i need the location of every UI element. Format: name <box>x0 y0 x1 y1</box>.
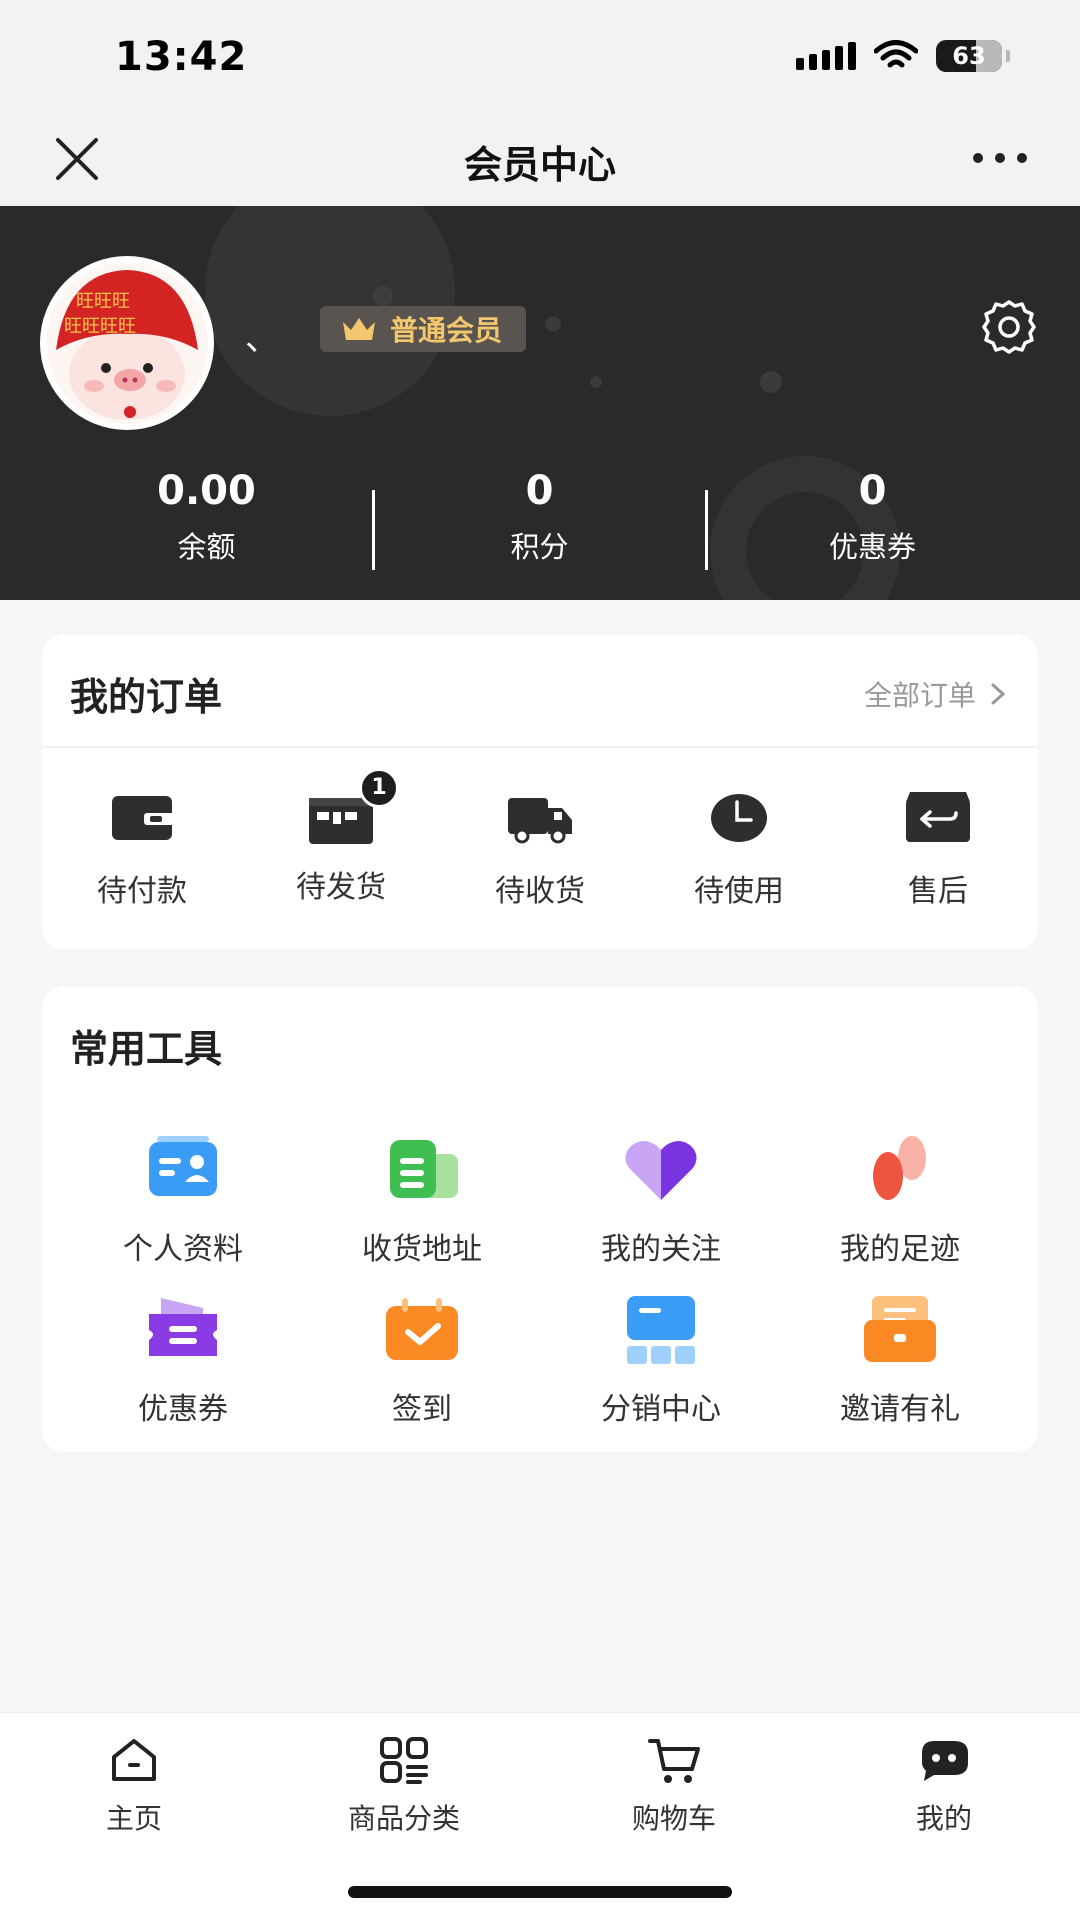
stat-value: 0.00 <box>157 468 256 514</box>
heart-icon <box>625 1141 697 1200</box>
battery-icon: 63 <box>936 40 1002 72</box>
tab-home[interactable]: 主页 <box>24 1735 244 1837</box>
chevron-right-icon <box>991 683 1006 705</box>
avatar[interactable]: 旺旺旺 旺旺旺旺 <box>40 256 214 430</box>
tool-label: 签到 <box>392 1392 452 1427</box>
tool-label: 我的足迹 <box>840 1232 960 1267</box>
wifi-icon <box>874 40 918 68</box>
order-label: 待付款 <box>97 874 187 909</box>
order-label: 售后 <box>908 874 968 909</box>
nav-bar: 会员中心 <box>0 110 1080 206</box>
decorative-dot <box>760 371 782 393</box>
battery-tip <box>1006 50 1010 62</box>
profile-header: 旺旺旺 旺旺旺旺 、 普通会员 0.00 余额 0 积分 0 优惠券 <box>0 206 1080 600</box>
member-level-badge[interactable]: 普通会员 <box>320 306 527 352</box>
checkin-icon <box>386 1298 458 1360</box>
tool-following[interactable]: 我的关注 <box>561 1134 761 1268</box>
tool-address[interactable]: 收货地址 <box>322 1134 522 1268</box>
member-level-label: 普通会员 <box>390 314 503 347</box>
stat-label: 积分 <box>510 530 569 564</box>
order-pending-shipment[interactable]: 1 待发货 <box>241 768 441 906</box>
decorative-dot <box>373 286 393 306</box>
order-label: 待收货 <box>495 874 585 909</box>
stat-value: 0 <box>858 468 887 514</box>
more-icon[interactable] <box>972 148 1028 168</box>
crown-icon <box>343 318 375 340</box>
username: 、 <box>245 319 279 359</box>
stat-label: 优惠券 <box>828 530 916 564</box>
status-time: 13:42 <box>115 34 248 80</box>
tool-label: 优惠券 <box>138 1392 228 1427</box>
status-icons: 63 <box>796 40 1010 72</box>
stat-balance[interactable]: 0.00 余额 <box>40 468 373 566</box>
wallet-icon <box>112 796 174 840</box>
stat-value: 0 <box>525 468 554 514</box>
notification-badge: 1 <box>359 768 399 808</box>
home-indicator <box>348 1886 732 1898</box>
order-pending-receipt[interactable]: 待收货 <box>440 786 640 910</box>
tab-cart[interactable]: 购物车 <box>564 1735 784 1837</box>
tool-label: 收货地址 <box>362 1232 482 1267</box>
page-title: 会员中心 <box>463 143 616 187</box>
clock-icon <box>711 794 767 842</box>
tab-category[interactable]: 商品分类 <box>294 1735 514 1837</box>
tool-invite[interactable]: 邀请有礼 <box>800 1294 1000 1428</box>
orders-title: 我的订单 <box>70 675 223 719</box>
svg-text:旺旺旺旺: 旺旺旺旺 <box>64 316 136 337</box>
tool-coupons[interactable]: 优惠券 <box>83 1294 283 1428</box>
tool-checkin[interactable]: 签到 <box>322 1294 522 1428</box>
truck-icon <box>508 798 572 844</box>
tool-profile[interactable]: 个人资料 <box>83 1134 283 1268</box>
category-icon <box>380 1737 428 1784</box>
chat-bubble-icon <box>922 1741 968 1781</box>
tab-label: 我的 <box>915 1802 972 1835</box>
signal-icon <box>796 42 856 70</box>
order-label: 待使用 <box>694 874 784 909</box>
stats-row: 0.00 余额 0 积分 0 优惠券 <box>0 468 1080 570</box>
return-box-icon <box>906 792 970 842</box>
invite-gift-icon <box>864 1296 936 1362</box>
all-orders-link[interactable]: 全部订单 <box>864 674 1006 714</box>
cart-icon <box>648 1739 700 1783</box>
orders-divider <box>42 746 1038 748</box>
stat-label: 余额 <box>177 530 236 564</box>
common-tools-card: 常用工具 个人资料 收货地址 我的关注 我的足迹 优惠券 签到 分销中心 邀请有… <box>42 986 1038 1452</box>
home-icon <box>112 1739 156 1781</box>
tool-label: 个人资料 <box>123 1232 243 1267</box>
tools-title: 常用工具 <box>70 1027 223 1071</box>
tool-label: 分销中心 <box>601 1392 721 1427</box>
order-to-use[interactable]: 待使用 <box>639 786 839 910</box>
stat-coupons[interactable]: 0 优惠券 <box>706 468 1039 566</box>
my-orders-card: 我的订单 全部订单 待付款 1 待发货 待收货 待使用 售后 <box>42 634 1038 950</box>
profile-card-icon <box>149 1136 217 1196</box>
order-pending-payment[interactable]: 待付款 <box>42 786 242 910</box>
tool-footprints[interactable]: 我的足迹 <box>800 1134 1000 1268</box>
order-label: 待发货 <box>296 870 386 905</box>
package-icon: 1 <box>303 768 399 848</box>
footprint-icon <box>873 1136 926 1200</box>
all-orders-label: 全部订单 <box>863 679 976 712</box>
stat-points[interactable]: 0 积分 <box>373 468 706 566</box>
avatar-pig-image: 旺旺旺 旺旺旺旺 <box>46 262 208 424</box>
tool-distribution[interactable]: 分销中心 <box>561 1294 761 1428</box>
tab-mine[interactable]: 我的 <box>834 1735 1054 1837</box>
tab-label: 商品分类 <box>347 1802 460 1835</box>
tab-label: 主页 <box>105 1802 162 1835</box>
order-after-sales[interactable]: 售后 <box>838 786 1038 910</box>
coupon-icon <box>149 1298 217 1356</box>
decorative-dot <box>545 316 561 332</box>
distribution-icon <box>627 1296 695 1364</box>
tab-label: 购物车 <box>631 1802 716 1835</box>
address-icon <box>390 1140 458 1198</box>
gear-icon[interactable] <box>980 298 1038 356</box>
status-bar: 13:42 63 <box>0 0 1080 110</box>
tool-label: 我的关注 <box>601 1232 721 1267</box>
tool-label: 邀请有礼 <box>840 1392 960 1427</box>
decorative-dot <box>590 376 602 388</box>
battery-level: 63 <box>952 42 986 70</box>
svg-text:旺旺旺: 旺旺旺 <box>76 291 130 312</box>
